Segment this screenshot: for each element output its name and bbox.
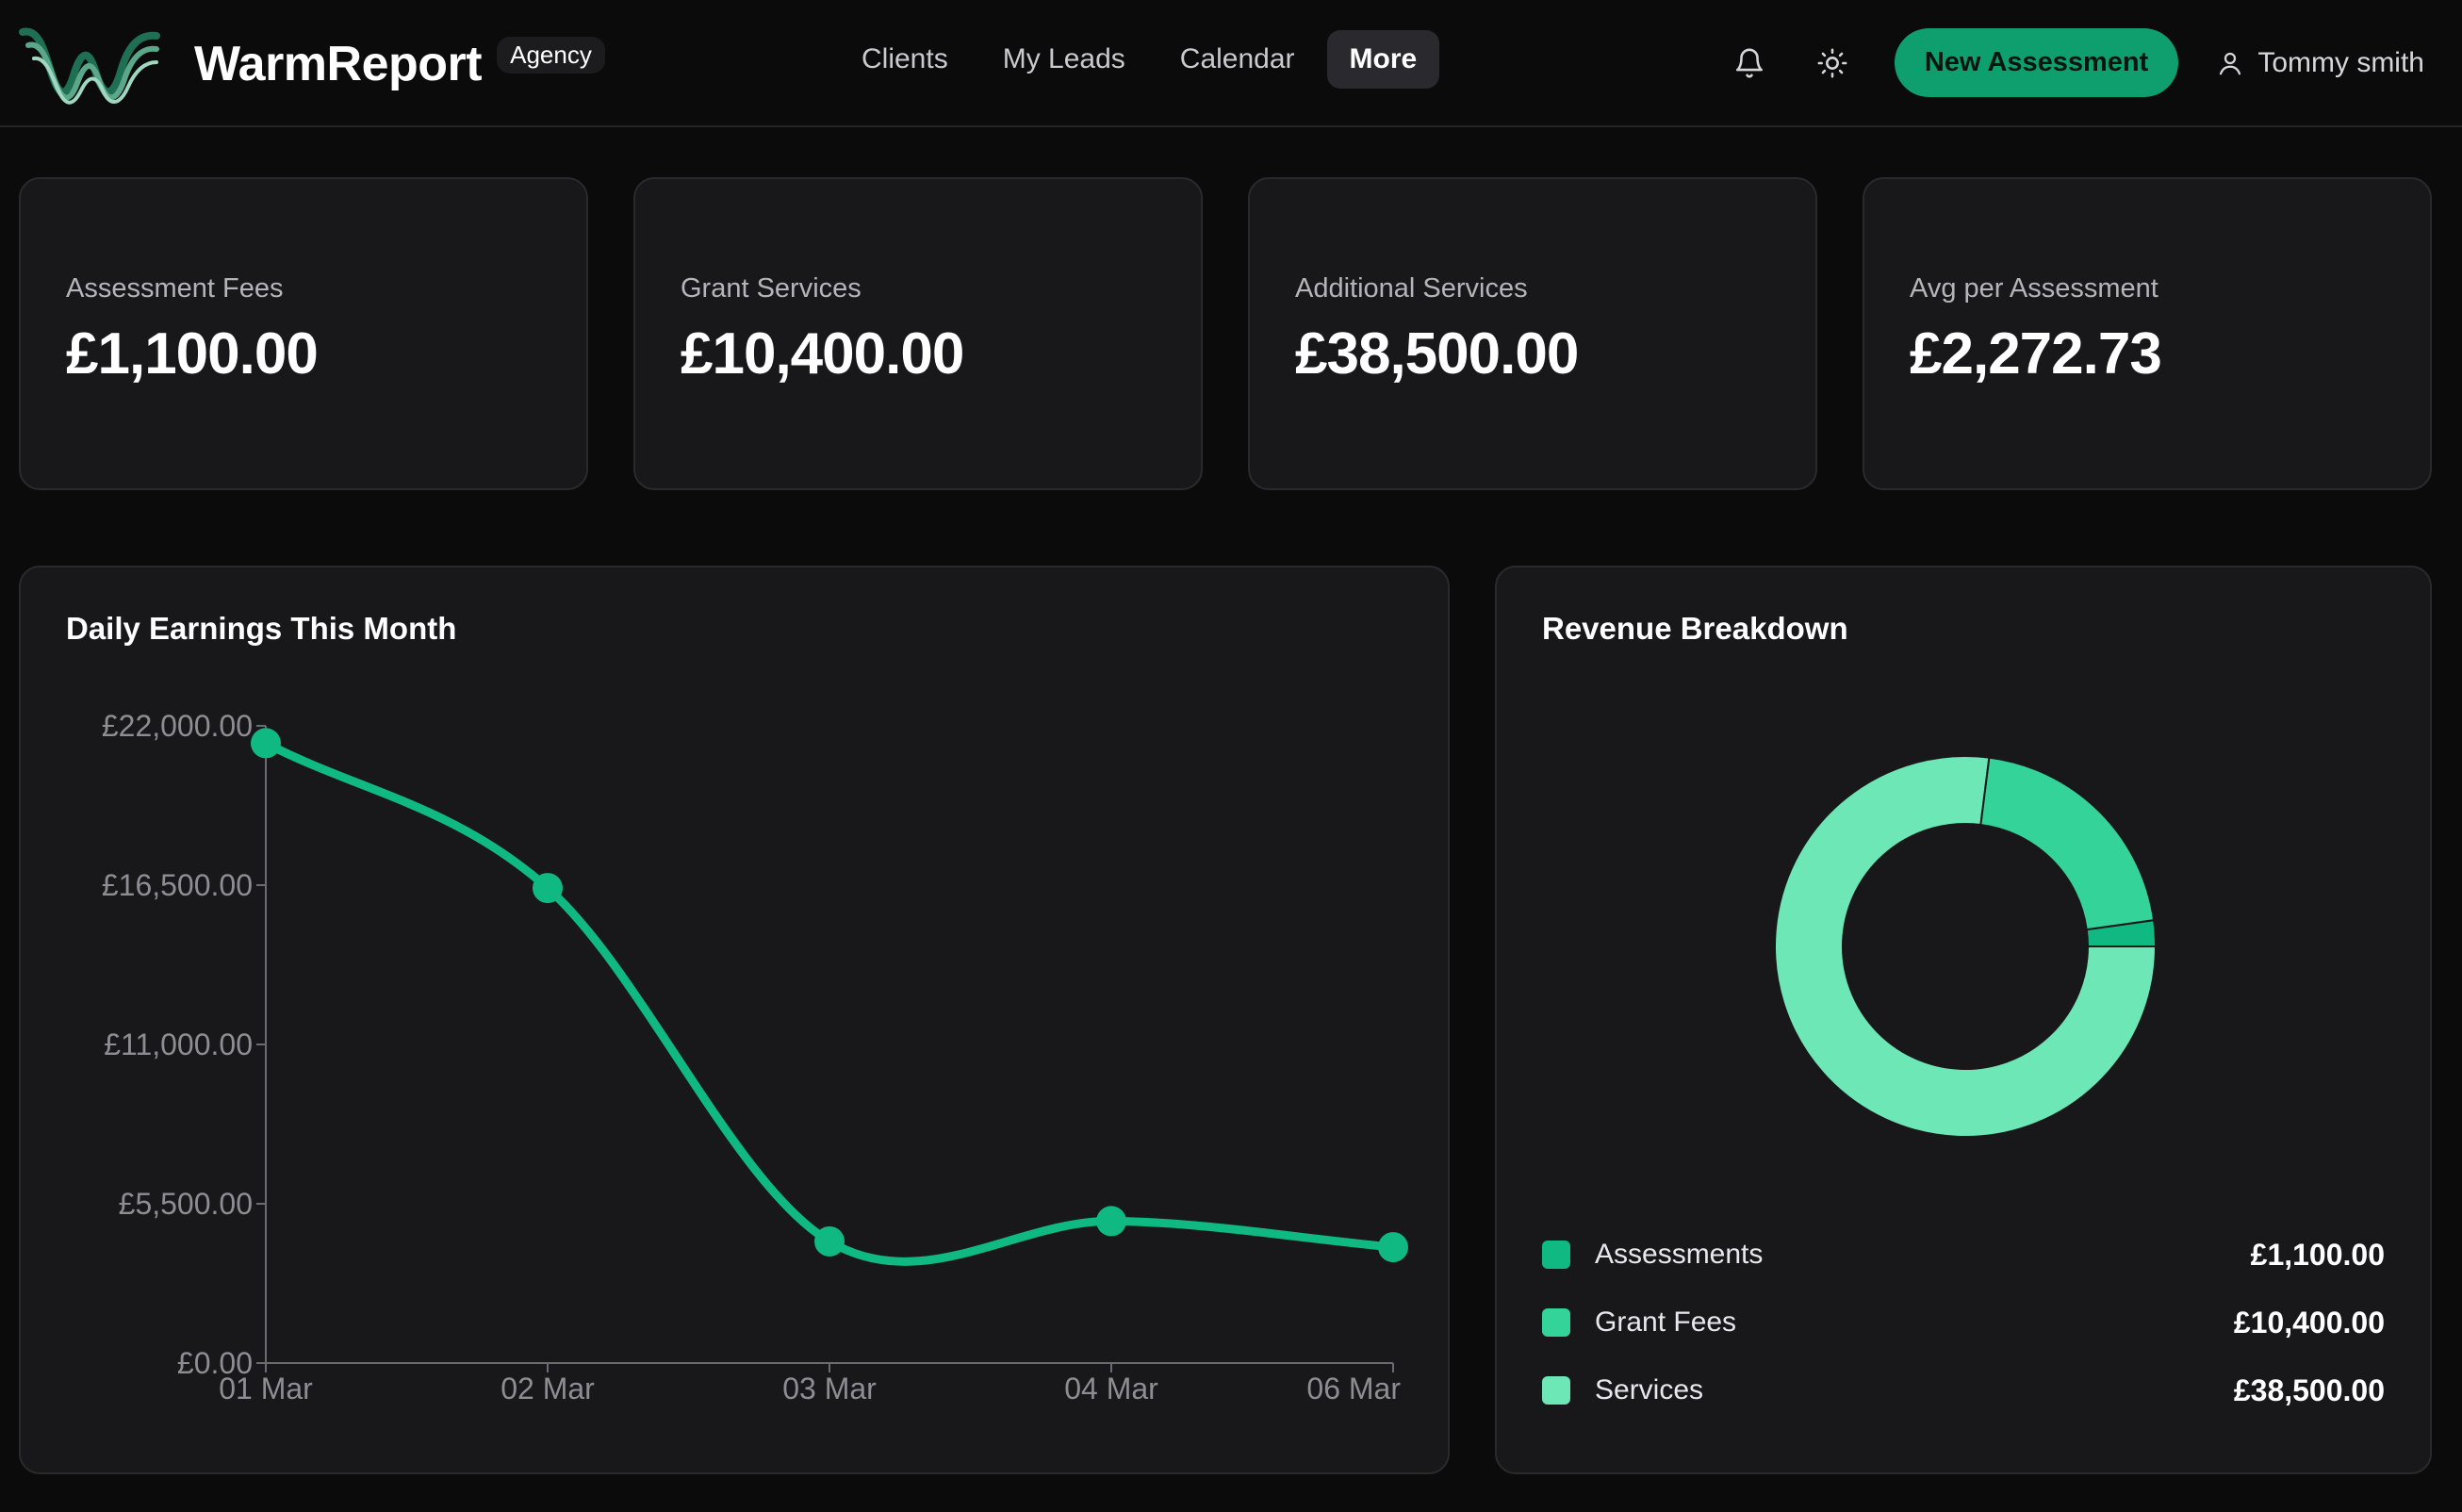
y-tick-label: £22,000.00 bbox=[102, 709, 253, 743]
stat-card-avg-per-assessment: Avg per Assessment £2,272.73 bbox=[1863, 177, 2432, 490]
brand[interactable]: WarmReport Agency bbox=[19, 17, 605, 111]
revenue-donut-chart bbox=[1774, 755, 2158, 1138]
main-nav: Clients My Leads Calendar More bbox=[839, 30, 1440, 89]
user-name: Tommy smith bbox=[2257, 46, 2424, 78]
x-tick-label: 03 Mar bbox=[782, 1372, 877, 1405]
nav-my-leads[interactable]: My Leads bbox=[980, 30, 1148, 89]
stat-card-grant-services: Grant Services £10,400.00 bbox=[633, 177, 1203, 490]
legend-amount: £1,100.00 bbox=[2250, 1237, 2385, 1272]
warmreport-logo-icon bbox=[19, 27, 160, 105]
brand-name: WarmReport bbox=[194, 37, 483, 91]
header-tools: New Assessment Tommy smith bbox=[1719, 28, 2424, 97]
y-tick-label: £11,000.00 bbox=[104, 1027, 253, 1061]
nav-clients[interactable]: Clients bbox=[839, 30, 971, 89]
series-line bbox=[261, 738, 1398, 1266]
user-icon bbox=[2220, 52, 2241, 74]
nav-more[interactable]: More bbox=[1326, 30, 1440, 89]
stat-label: Assessment Fees bbox=[66, 273, 284, 304]
legend-label: Grant Fees bbox=[1595, 1307, 1737, 1338]
x-tick-label: 02 Mar bbox=[501, 1372, 595, 1405]
legend-swatch bbox=[1542, 1376, 1570, 1405]
stat-value: £10,400.00 bbox=[681, 321, 964, 386]
stat-value: £38,500.00 bbox=[1295, 321, 1579, 386]
revenue-breakdown-panel: Revenue Breakdown Assessments £1,100.00 … bbox=[1495, 566, 2432, 1474]
revenue-legend: Assessments £1,100.00 Grant Fees £10,400… bbox=[1542, 1231, 2385, 1420]
daily-earnings-chart: £0.00£5,500.00£11,000.00£16,500.00£22,00… bbox=[102, 709, 1408, 1405]
stat-value: £2,272.73 bbox=[1910, 321, 2162, 386]
y-tick-label: £5,500.00 bbox=[119, 1187, 253, 1221]
legend-row-assessments: Assessments £1,100.00 bbox=[1542, 1231, 2385, 1278]
legend-swatch bbox=[1542, 1308, 1570, 1337]
theme-toggle-button[interactable] bbox=[1802, 33, 1863, 93]
top-navbar: WarmReport Agency Clients My Leads Calen… bbox=[0, 0, 2462, 127]
legend-label: Services bbox=[1595, 1374, 1704, 1405]
bell-icon bbox=[1735, 48, 1763, 77]
donut-slice-grant-fees bbox=[1979, 756, 2156, 931]
x-tick-label: 01 Mar bbox=[219, 1372, 313, 1405]
legend-amount: £38,500.00 bbox=[2233, 1372, 2385, 1407]
data-point bbox=[533, 873, 563, 904]
x-tick-label: 06 Mar bbox=[1306, 1372, 1401, 1405]
legend-row-services: Services £38,500.00 bbox=[1542, 1367, 2385, 1414]
data-point bbox=[1378, 1232, 1408, 1263]
data-point bbox=[814, 1225, 845, 1257]
stat-label: Additional Services bbox=[1295, 273, 1528, 304]
stat-card-assessment-fees: Assessment Fees £1,100.00 bbox=[19, 177, 588, 490]
user-menu[interactable]: Tommy smith bbox=[2216, 47, 2424, 79]
notifications-button[interactable] bbox=[1719, 33, 1780, 93]
new-assessment-button[interactable]: New Assessment bbox=[1894, 28, 2179, 97]
stat-label: Avg per Assessment bbox=[1910, 273, 2158, 304]
stat-label: Grant Services bbox=[681, 273, 862, 304]
stat-value: £1,100.00 bbox=[66, 321, 319, 386]
legend-amount: £10,400.00 bbox=[2233, 1305, 2385, 1339]
legend-swatch bbox=[1542, 1241, 1570, 1269]
daily-earnings-panel: Daily Earnings This Month £0.00 £5,500.00… bbox=[19, 566, 1450, 1474]
legend-row-grant-fees: Grant Fees £10,400.00 bbox=[1542, 1299, 2385, 1346]
data-point bbox=[251, 728, 281, 759]
data-point bbox=[1096, 1206, 1126, 1237]
stat-card-additional-services: Additional Services £38,500.00 bbox=[1248, 177, 1817, 490]
x-tick-label: 04 Mar bbox=[1064, 1372, 1158, 1405]
plan-badge: Agency bbox=[497, 36, 605, 74]
nav-calendar[interactable]: Calendar bbox=[1157, 30, 1318, 89]
sun-icon bbox=[1817, 48, 1847, 77]
y-tick-label: £16,500.00 bbox=[102, 868, 253, 902]
legend-label: Assessments bbox=[1595, 1239, 1764, 1270]
